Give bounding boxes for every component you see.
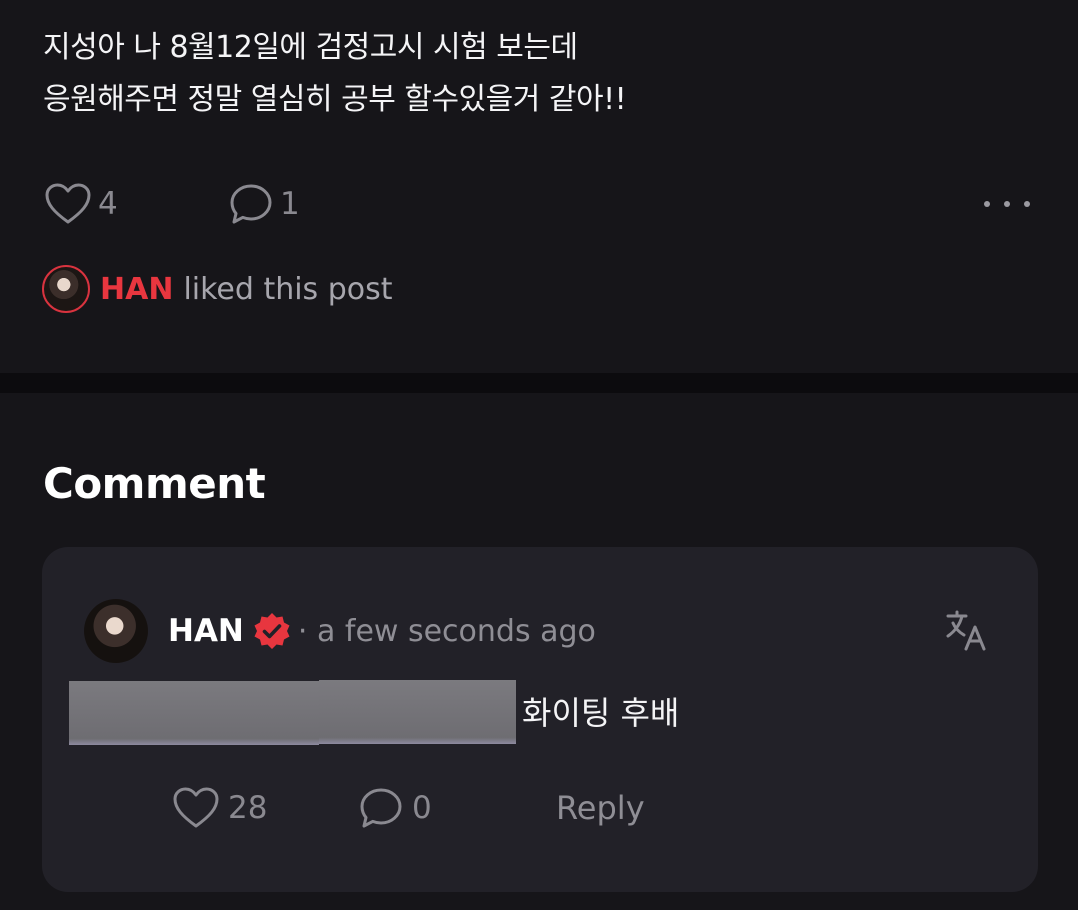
verified-badge-icon [252,611,292,651]
comment-reply-count: 0 [412,790,432,826]
post-text-line-2: 응원해주면 정말 열심히 공부 할수있을거 같아!! [43,82,627,117]
comment-like-button[interactable]: 28 [172,783,267,833]
translate-icon[interactable] [944,607,992,655]
comment-like-count: 28 [228,790,268,826]
comment-bubble-icon [230,184,272,224]
comment-text: 화이팅 후배 [522,694,680,732]
dot [1024,201,1030,207]
post-text-line-1: 지성아 나 8월12일에 검정고시 시험 보는데 [43,30,578,65]
avatar [42,265,90,313]
post-like-count: 4 [98,186,118,222]
liked-by-text: liked this post [183,271,393,307]
reply-button[interactable]: Reply [556,783,645,833]
heart-icon [45,183,91,224]
comment-time: · a few seconds ago [297,613,596,649]
more-dots-icon[interactable] [984,199,1030,209]
comment-header: HAN · a few seconds ago [84,599,596,663]
dot [1004,201,1010,207]
heart-icon [173,787,219,828]
post-comment-count: 1 [280,186,300,222]
post-comment-button[interactable]: 1 [228,180,300,228]
post-like-button[interactable]: 4 [44,180,118,228]
liked-by-row[interactable]: HAN liked this post [42,264,393,314]
section-title: Comment [43,459,266,508]
comment-author[interactable]: HAN [168,613,244,649]
comment-card: HAN · a few seconds ago 화이팅 후배 28 0 Repl… [42,547,1038,892]
dot [984,201,990,207]
comments-section: Comment HAN · a few seconds ago 화이팅 후배 2… [0,393,1078,910]
comment-bubble-icon [360,788,402,828]
section-divider [0,373,1078,393]
avatar[interactable] [84,599,148,663]
liked-by-name: HAN [100,271,174,307]
redacted-content [319,680,516,744]
comment-reply-count-button[interactable]: 0 [358,783,432,833]
post: 지성아 나 8월12일에 검정고시 시험 보는데 응원해주면 정말 열심히 공부… [0,0,1078,373]
redacted-content [69,681,319,745]
post-body: 지성아 나 8월12일에 검정고시 시험 보는데 응원해주면 정말 열심히 공부… [43,22,627,126]
